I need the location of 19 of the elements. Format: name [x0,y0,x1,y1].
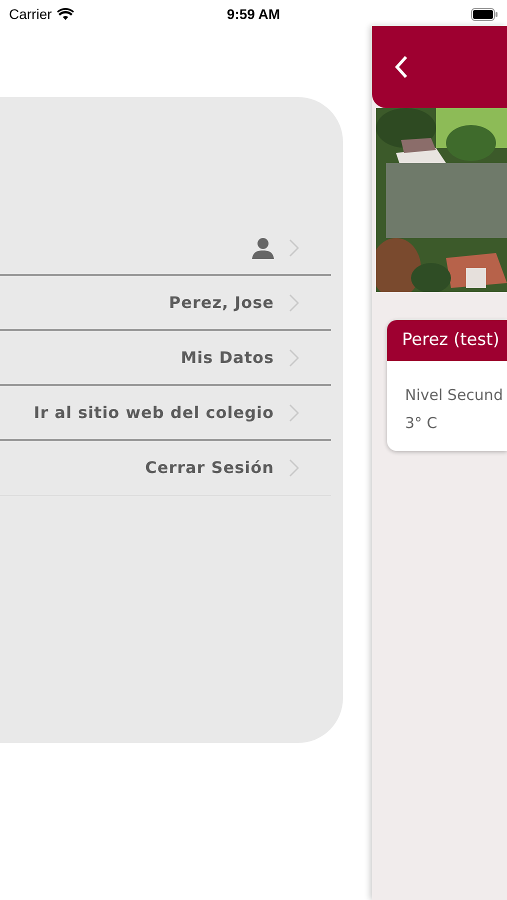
chevron-right-icon [289,348,299,366]
chevron-right-icon [289,294,299,312]
level-text: Nivel Secund [405,385,504,406]
person-icon[interactable] [252,236,274,258]
back-icon[interactable] [394,55,408,79]
student-card[interactable]: Perez (test) Nivel Secund 3° C [387,320,507,451]
menu-item[interactable]: Cerrar Sesión [145,456,274,480]
menu-item[interactable]: Perez, Jose [168,290,274,314]
battery-icon [471,8,498,21]
chevron-right-icon [289,404,299,422]
wifi-icon [56,8,74,20]
menu-item[interactable]: Mis Datos [180,346,274,370]
menu-item[interactable]: Ir al sitio web del colegio [34,400,274,424]
clock-time: 9:59 AM [226,4,280,24]
course-text: 3° C [405,413,438,434]
carrier-label: Carrier [9,4,52,24]
student-name: Perez (test) [402,328,500,352]
chevron-right-icon [289,238,299,256]
chevron-right-icon [289,459,299,477]
